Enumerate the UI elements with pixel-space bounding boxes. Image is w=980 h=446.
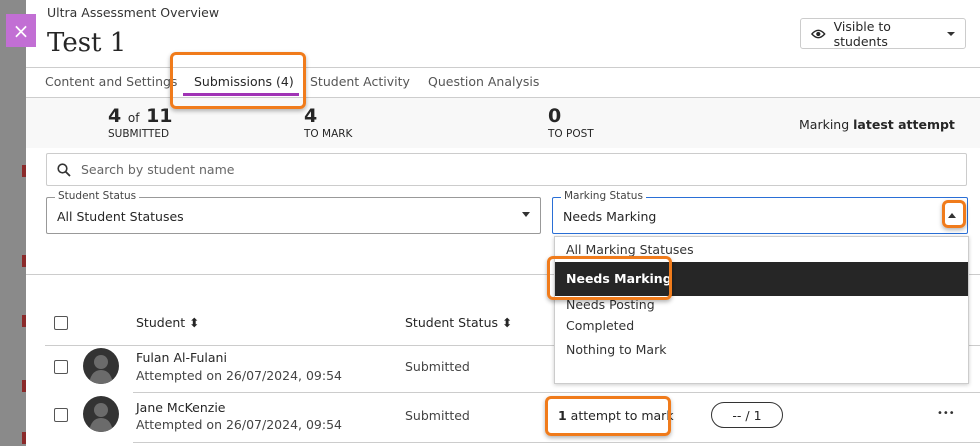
marking-status-value: Needs Marking [563, 209, 657, 224]
stat-submitted: 4 of 11 SUBMITTED [108, 105, 173, 140]
highlight-callout [170, 52, 306, 109]
tab-student-activity[interactable]: Student Activity [310, 74, 410, 89]
tab-question-analysis[interactable]: Question Analysis [428, 74, 539, 89]
column-header-student[interactable]: Student ⬍ [136, 315, 200, 330]
close-icon: × [12, 18, 30, 43]
close-button[interactable]: × [6, 14, 36, 47]
student-status-value: All Student Statuses [57, 209, 184, 224]
tab-content-settings[interactable]: Content and Settings [45, 74, 177, 89]
eye-icon [811, 29, 826, 38]
avatar [83, 348, 119, 384]
marking-status-select[interactable]: Marking Status Needs Marking [552, 190, 968, 234]
attempt-date: Attempted on 26/07/2024, 09:54 [136, 368, 342, 383]
search-input[interactable]: Search by student name [46, 153, 967, 186]
marking-attempt-info: Marking latest attempt [799, 117, 955, 132]
row-checkbox[interactable] [54, 408, 68, 422]
background-page-overlay [0, 0, 26, 446]
marking-status-label: Marking Status [561, 190, 646, 202]
panel-subtitle: Ultra Assessment Overview [47, 5, 220, 20]
stat-to-mark: 4 TO MARK [304, 105, 353, 140]
student-status: Submitted [405, 408, 470, 423]
option-nothing-to-mark[interactable]: Nothing to Mark [555, 342, 968, 357]
highlight-callout [547, 256, 672, 300]
grade-pill[interactable]: -- / 1 [711, 402, 783, 428]
option-all-marking-statuses[interactable]: All Marking Statuses [555, 242, 968, 257]
student-name[interactable]: Jane McKenzie [136, 400, 226, 415]
student-status-select[interactable]: Student Status All Student Statuses [46, 190, 541, 234]
student-status-label: Student Status [55, 190, 140, 202]
select-all-checkbox[interactable] [54, 316, 68, 330]
highlight-callout [545, 396, 671, 436]
chevron-down-icon [522, 212, 530, 217]
row-checkbox[interactable] [54, 360, 68, 374]
page-title: Test 1 [47, 28, 127, 58]
option-completed[interactable]: Completed [555, 318, 968, 333]
highlight-callout [942, 200, 966, 228]
avatar [83, 396, 119, 432]
student-name[interactable]: Fulan Al-Fulani [136, 350, 227, 365]
more-options-icon[interactable]: ••• [937, 408, 955, 419]
stat-to-post: 0 TO POST [548, 105, 594, 140]
divider [133, 442, 980, 443]
search-placeholder: Search by student name [81, 162, 235, 177]
column-header-student-status[interactable]: Student Status ⬍ [405, 315, 512, 330]
search-icon [57, 162, 71, 177]
visibility-label: Visible to students [833, 18, 891, 49]
divider [133, 392, 980, 393]
chevron-down-icon [947, 31, 955, 36]
attempt-date: Attempted on 26/07/2024, 09:54 [136, 417, 342, 432]
visibility-dropdown[interactable]: Visible to students [800, 18, 966, 49]
student-status: Submitted [405, 359, 470, 374]
